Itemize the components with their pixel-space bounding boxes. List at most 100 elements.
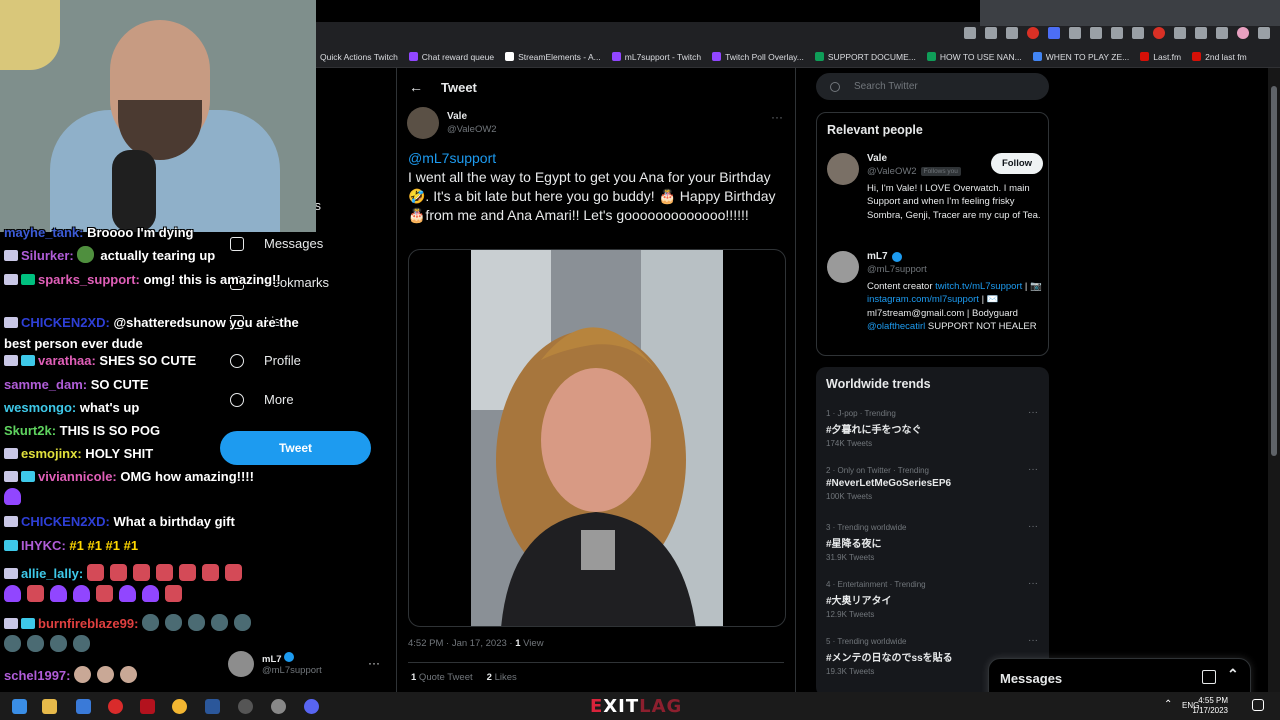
trend-item[interactable]: 4 · Entertainment · Trending #大奥リアタイ 12.… — [826, 578, 1038, 619]
follow-button[interactable]: Follow — [991, 153, 1043, 174]
chat-message: CHICKEN2XD: What a birthday gift — [4, 511, 324, 532]
person-card[interactable]: mL7 @mL7support Content creator twitch.t… — [827, 251, 1043, 351]
chevron-up-icon[interactable]: ⌃ — [1164, 699, 1172, 710]
new-message-icon[interactable] — [1202, 670, 1216, 684]
chat-username[interactable]: varathaa: — [38, 353, 96, 368]
notification-icon[interactable] — [1252, 699, 1264, 711]
profile-avatar-icon[interactable] — [1237, 27, 1249, 39]
bio-link[interactable]: twitch.tv/mL7support — [935, 281, 1022, 292]
bookmark-item[interactable]: mL7support - Twitch — [611, 52, 701, 62]
chat-badge-icon — [4, 448, 18, 459]
bio-link[interactable]: instagram.com/ml7support — [867, 294, 979, 305]
app-icon[interactable] — [238, 699, 253, 714]
bookmark-item[interactable]: StreamElements - A... — [505, 52, 601, 62]
extension-record-icon[interactable] — [1027, 27, 1039, 39]
more-dots-icon[interactable]: ··· — [368, 656, 380, 670]
chat-username[interactable]: Silurker: — [21, 248, 74, 263]
bookmark-item[interactable]: Last.fm — [1140, 52, 1181, 62]
bookmark-item[interactable]: Quick Actions Twitch — [320, 52, 398, 62]
trend-item[interactable]: 3 · Trending worldwide #星降る夜に 31.9K Twee… — [826, 521, 1038, 562]
chat-username[interactable]: CHICKEN2XD: — [21, 514, 110, 529]
quote-tweets-stat[interactable]: 1 Quote Tweet — [411, 672, 473, 683]
person-name-row[interactable]: mL7 — [867, 251, 902, 262]
chat-username[interactable]: allie_lally: — [21, 566, 83, 581]
puzzle-icon[interactable] — [1174, 27, 1186, 39]
trend-count: 174K Tweets — [826, 439, 873, 448]
discord-icon[interactable] — [304, 699, 319, 714]
chat-username[interactable]: Skurt2k: — [4, 423, 56, 438]
author-handle[interactable]: @ValeOW2 — [447, 124, 497, 135]
avatar[interactable] — [827, 251, 859, 283]
author-name[interactable]: Vale — [447, 111, 497, 122]
windows-start-icon[interactable] — [12, 699, 27, 714]
bio-text: | 📷 — [1022, 281, 1042, 292]
chevron-up-icon[interactable]: ⌃ — [1227, 666, 1239, 683]
star-icon[interactable] — [1006, 27, 1018, 39]
timestamp-text[interactable]: 4:52 PM · Jan 17, 2023 · — [408, 638, 515, 649]
more-dots-icon[interactable]: ··· — [1028, 521, 1038, 532]
extension-counter-icon[interactable] — [1153, 27, 1165, 39]
search-input[interactable]: Search Twitter — [816, 73, 1049, 100]
extension-icon[interactable] — [1069, 27, 1081, 39]
chat-emote-icon — [50, 585, 67, 602]
extension-twitch-icon[interactable] — [1048, 27, 1060, 39]
more-dots-icon[interactable]: ··· — [1028, 464, 1038, 475]
chat-username[interactable]: schel1997: — [4, 668, 71, 683]
menu-icon[interactable] — [1258, 27, 1270, 39]
more-dots-icon[interactable]: ··· — [1028, 635, 1038, 646]
share-icon[interactable] — [985, 27, 997, 39]
download-icon[interactable] — [964, 27, 976, 39]
likes-stat[interactable]: 2 Likes — [487, 672, 517, 683]
chat-username[interactable]: viviannicole: — [38, 469, 117, 484]
app-icon[interactable] — [76, 699, 91, 714]
bookmark-label: Chat reward queue — [421, 51, 495, 62]
file-explorer-icon[interactable] — [42, 699, 57, 714]
mention-link[interactable]: @mL7support — [408, 149, 778, 168]
chat-username[interactable]: mayhe_tank: — [4, 225, 83, 240]
more-dots-icon[interactable]: ··· — [1028, 407, 1038, 418]
chat-username[interactable]: sparks_support: — [38, 272, 140, 287]
bookmark-item[interactable]: Twitch Poll Overlay... — [712, 52, 804, 62]
page-scrollbar[interactable] — [1268, 68, 1280, 692]
tweet-media[interactable] — [408, 249, 786, 627]
avatar[interactable] — [827, 153, 859, 185]
reading-list-icon[interactable] — [1195, 27, 1207, 39]
tweet-timestamp: 4:52 PM · Jan 17, 2023 · 1 View — [408, 638, 544, 649]
scrollbar-thumb[interactable] — [1271, 86, 1277, 456]
bookmark-item[interactable]: HOW TO USE NAN... — [926, 52, 1022, 62]
opera-icon[interactable] — [108, 699, 123, 714]
bio-link[interactable]: @olafthecatirl — [867, 321, 925, 332]
person-card[interactable]: Vale @ValeOW2 Follows you Follow Hi, I'm … — [827, 153, 1043, 248]
person-name: mL7 — [867, 251, 888, 262]
chat-badge-icon — [4, 618, 18, 629]
avatar[interactable] — [407, 107, 439, 139]
obs-voicemeeter-icon[interactable] — [140, 699, 155, 714]
chat-username[interactable]: IHYKC: — [21, 538, 66, 553]
trend-item[interactable]: 2 · Only on Twitter · Trending #NeverLet… — [826, 464, 1038, 501]
extension-icon[interactable] — [1132, 27, 1144, 39]
more-dots-icon[interactable]: ··· — [771, 110, 783, 124]
tweet-author[interactable]: Vale @ValeOW2 ··· — [407, 106, 787, 140]
extension-icon[interactable] — [1090, 27, 1102, 39]
bookmark-item[interactable]: WHEN TO PLAY ZE... — [1032, 52, 1129, 62]
more-dots-icon[interactable]: ··· — [1028, 578, 1038, 589]
trend-item[interactable]: 1 · J-pop · Trending #夕暮れに手をつなぐ 174K Twe… — [826, 407, 1038, 448]
bookmark-item[interactable]: 2nd last fm — [1192, 52, 1247, 62]
tweet-photo[interactable] — [471, 250, 723, 626]
chat-username[interactable]: samme_dam: — [4, 377, 87, 392]
clock[interactable]: 4:55 PM 1/17/2023 — [1192, 696, 1228, 716]
bookmark-item[interactable]: Chat reward queue — [408, 51, 495, 62]
back-arrow-icon[interactable]: ← — [409, 79, 423, 95]
app-icon[interactable] — [271, 699, 286, 714]
sidebar-icon[interactable] — [1216, 27, 1228, 39]
bookmark-item[interactable]: SUPPORT DOCUME... — [814, 52, 916, 62]
extension-icon[interactable] — [1111, 27, 1123, 39]
chat-username[interactable]: burnfireblaze99: — [38, 616, 138, 631]
person-name[interactable]: Vale — [867, 153, 887, 164]
chat-emote-icon — [165, 614, 183, 631]
chat-username[interactable]: esmojinx: — [21, 446, 82, 461]
chrome-icon[interactable] — [172, 699, 187, 714]
chat-username[interactable]: wesmongo: — [4, 400, 76, 415]
word-icon[interactable] — [205, 699, 220, 714]
chat-username[interactable]: CHICKEN2XD: — [21, 315, 110, 330]
